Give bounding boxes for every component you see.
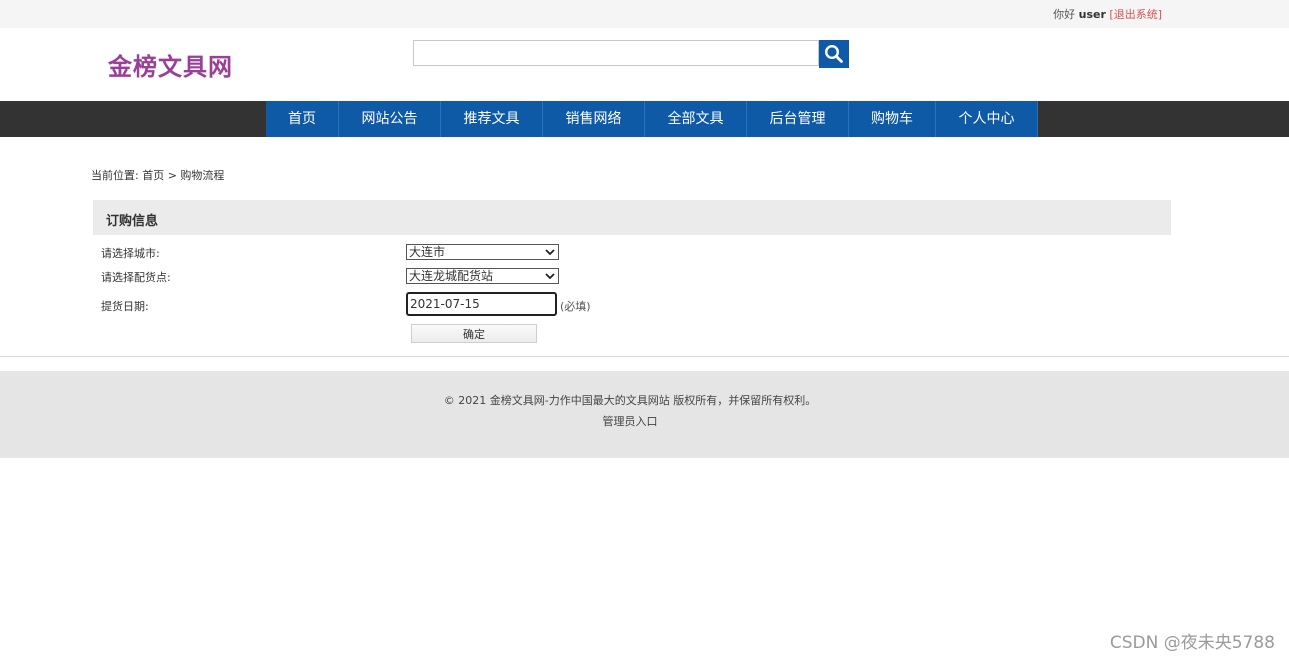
breadcrumb-separator: > bbox=[164, 169, 181, 182]
divider bbox=[0, 356, 1289, 357]
order-panel-title: 订购信息 bbox=[106, 214, 159, 229]
nav-item-profile[interactable]: 个人中心 bbox=[936, 101, 1038, 137]
search-button[interactable] bbox=[819, 40, 849, 68]
top-bar: 你好 user [退出系统] bbox=[0, 0, 1289, 28]
greeting-text: 你好 bbox=[1053, 8, 1076, 21]
store-label: 请选择配货点: bbox=[101, 271, 171, 284]
copyright-text: © 2021 金榜文具网-力作中国最大的文具网站 版权所有，并保留所有权利。 bbox=[443, 394, 817, 407]
order-panel-header: 订购信息 bbox=[93, 200, 1171, 235]
username: user bbox=[1078, 8, 1106, 21]
city-select[interactable]: 大连市 bbox=[406, 244, 559, 260]
store-select-value: 大连龙城配货站 bbox=[409, 269, 494, 283]
user-greeting: 你好 user [退出系统] bbox=[1053, 6, 1162, 22]
pickup-date-input[interactable]: 2021-07-15 bbox=[406, 292, 557, 316]
footer: © 2021 金榜文具网-力作中国最大的文具网站 版权所有，并保留所有权利。 管… bbox=[0, 371, 1289, 458]
breadcrumb: 当前位置: 首页 > 购物流程 bbox=[91, 167, 224, 183]
main-nav: 首页 网站公告 推荐文具 销售网络 全部文具 后台管理 购物车 个人中心 bbox=[0, 101, 1289, 137]
chevron-down-icon bbox=[545, 273, 555, 280]
magnifier-icon bbox=[824, 44, 843, 63]
breadcrumb-current: 购物流程 bbox=[180, 169, 225, 182]
breadcrumb-prefix: 当前位置: bbox=[91, 169, 143, 182]
required-note: (必填) bbox=[560, 300, 591, 313]
chevron-down-icon bbox=[545, 249, 555, 256]
nav-item-admin[interactable]: 后台管理 bbox=[747, 101, 849, 137]
store-select[interactable]: 大连龙城配货站 bbox=[406, 268, 559, 284]
search-input[interactable] bbox=[413, 40, 819, 66]
date-label: 提货日期: bbox=[101, 300, 149, 313]
nav-item-sales-network[interactable]: 销售网络 bbox=[543, 101, 645, 137]
nav-item-recommended[interactable]: 推荐文具 bbox=[441, 101, 543, 137]
nav-item-home[interactable]: 首页 bbox=[266, 101, 339, 137]
city-select-value: 大连市 bbox=[409, 245, 446, 259]
admin-entry-link[interactable]: 管理员入口 bbox=[0, 413, 1260, 429]
watermark: CSDN @夜未央5788 bbox=[1109, 633, 1275, 653]
confirm-button[interactable]: 确定 bbox=[411, 324, 537, 343]
logout-link[interactable]: [退出系统] bbox=[1109, 8, 1162, 21]
city-label: 请选择城市: bbox=[101, 247, 160, 260]
nav-item-cart[interactable]: 购物车 bbox=[849, 101, 936, 137]
nav-item-all-stationery[interactable]: 全部文具 bbox=[645, 101, 747, 137]
site-logo[interactable]: 金榜文具网 bbox=[108, 47, 233, 82]
nav-item-announcements[interactable]: 网站公告 bbox=[339, 101, 441, 137]
breadcrumb-home-link[interactable]: 首页 bbox=[142, 169, 164, 182]
